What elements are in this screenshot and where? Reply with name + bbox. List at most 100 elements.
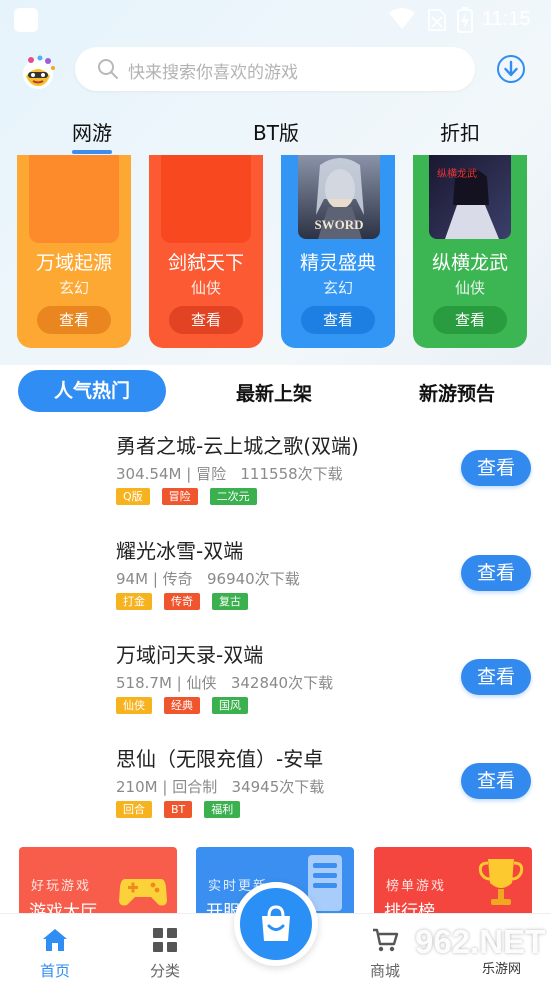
- featured-card[interactable]: SWORD 精灵盛典 玄幻 查看: [281, 155, 395, 348]
- game-genre: 冒险: [196, 465, 227, 483]
- tab-bt-version[interactable]: BT版: [253, 117, 299, 146]
- featured-game-genre: 仙侠: [454, 279, 485, 297]
- search-icon: [98, 59, 118, 79]
- no-sim-icon: [428, 9, 446, 31]
- tag: 传奇: [164, 593, 200, 610]
- wifi-icon: [389, 8, 415, 29]
- view-button[interactable]: 查看: [433, 306, 507, 334]
- game-size: 304.54M: [116, 465, 182, 483]
- game-downloads: 34945次下载: [231, 778, 325, 796]
- banner-ranking[interactable]: 榜单游戏 排行榜: [374, 847, 532, 915]
- featured-game-genre: 玄幻: [58, 279, 89, 297]
- list-item[interactable]: 万域问天录-双端 518.7M | 仙侠 342840次下载 仙侠 经典 国风 …: [0, 639, 551, 743]
- nav-store[interactable]: 商城: [345, 914, 425, 981]
- view-button[interactable]: 查看: [37, 306, 111, 334]
- game-downloads: 96940次下载: [206, 570, 300, 588]
- view-button[interactable]: 查看: [461, 450, 531, 486]
- banner-game-hall[interactable]: 好玩游戏 游戏大厅: [19, 847, 177, 915]
- tag: 复古: [212, 593, 248, 610]
- tag: 福利: [204, 801, 241, 818]
- meta-separator: |: [162, 778, 168, 796]
- game-meta: 210M | 回合制 34945次下载: [116, 776, 324, 797]
- download-icon[interactable]: [496, 54, 526, 84]
- status-time: 11:15: [482, 8, 531, 30]
- home-icon: [43, 929, 67, 951]
- view-button[interactable]: 查看: [169, 306, 243, 334]
- featured-card[interactable]: 纵横龙武 纵横龙武 仙侠 查看: [413, 155, 527, 348]
- nav-category[interactable]: 分类: [125, 914, 205, 981]
- tab-online-games[interactable]: 网游: [72, 117, 112, 146]
- game-downloads: 111558次下载: [240, 465, 343, 483]
- app-logo-icon[interactable]: [18, 52, 58, 90]
- featured-game-genre: 玄幻: [322, 279, 353, 297]
- featured-game-name: 万域起源: [35, 252, 112, 274]
- tab-new-releases[interactable]: 最新上架: [236, 379, 312, 406]
- section-tabs: 人气热门 最新上架 新游预告: [0, 365, 551, 417]
- gamepad-icon: [119, 879, 167, 906]
- tag: BT: [164, 801, 193, 818]
- view-button[interactable]: 查看: [461, 763, 531, 799]
- game-title: 思仙（无限充值）-安卓: [116, 747, 324, 771]
- view-button[interactable]: 查看: [461, 659, 531, 695]
- view-button[interactable]: 查看: [461, 555, 531, 591]
- featured-game-name: 纵横龙武: [431, 252, 508, 274]
- tab-popular[interactable]: 人气热门: [18, 370, 166, 412]
- game-thumbnail: SWORD: [298, 155, 380, 239]
- search-bar[interactable]: 快来搜索你喜欢的游戏: [75, 47, 475, 91]
- view-button[interactable]: 查看: [301, 306, 375, 334]
- game-thumbnail: 纵横龙武: [429, 155, 511, 239]
- tag-list: 打金 传奇 复古: [116, 593, 248, 610]
- tag: 冒险: [161, 488, 198, 505]
- meta-separator: |: [152, 570, 158, 588]
- status-bar: 11:15: [0, 0, 551, 40]
- game-thumbnail: [29, 155, 119, 243]
- game-title: 万域问天录-双端: [116, 643, 264, 667]
- notification-app-icon: [14, 8, 38, 32]
- game-genre: 传奇: [162, 570, 193, 588]
- nav-label: 分类: [149, 962, 180, 980]
- grid-icon: [153, 928, 177, 952]
- game-art-title: SWORD: [314, 217, 363, 232]
- nav-label: 首页: [39, 962, 70, 980]
- featured-card[interactable]: 剑弑天下 仙侠 查看: [149, 155, 263, 348]
- battery-charging-icon: [457, 7, 473, 33]
- featured-card[interactable]: 万域起源 玄幻 查看: [17, 155, 131, 348]
- featured-game-name: 剑弑天下: [167, 252, 244, 274]
- tag-list: Q版 冒险 二次元: [116, 488, 257, 505]
- tag: 二次元: [209, 488, 257, 505]
- banner-subtitle: 好玩游戏: [31, 879, 92, 894]
- shopping-cart-icon: [373, 928, 399, 952]
- tag: 经典: [164, 697, 200, 714]
- watermark-logo: 962.NET: [415, 923, 546, 960]
- shopping-bag-icon: [262, 905, 290, 941]
- list-item[interactable]: 耀光冰雪-双端 94M | 传奇 96940次下载 打金 传奇 复古 查看: [0, 535, 551, 639]
- nav-home[interactable]: 首页: [15, 914, 95, 981]
- trophy-icon: [478, 859, 524, 905]
- tab-upcoming[interactable]: 新游预告: [419, 379, 495, 406]
- game-genre: 回合制: [172, 778, 218, 796]
- nav-label: 商城: [369, 962, 400, 980]
- game-title: 耀光冰雪-双端: [116, 539, 244, 563]
- list-item[interactable]: 思仙（无限充值）-安卓 210M | 回合制 34945次下载 回合 BT 福利…: [0, 743, 551, 847]
- featured-game-name: 精灵盛典: [299, 252, 376, 274]
- tag: 回合: [116, 801, 152, 818]
- watermark-subtitle: 乐游网: [482, 962, 522, 977]
- meta-separator: |: [186, 465, 192, 483]
- tab-discount[interactable]: 折扣: [440, 117, 480, 146]
- tag: 仙侠: [116, 697, 152, 714]
- banner-subtitle: 榜单游戏: [386, 879, 447, 894]
- game-size: 210M: [116, 778, 158, 796]
- center-shop-button[interactable]: [234, 882, 318, 966]
- game-title: 勇者之城-云上城之歌(双端): [116, 434, 359, 458]
- list-item[interactable]: 勇者之城-云上城之歌(双端) 304.54M | 冒险 111558次下载 Q版…: [0, 430, 551, 534]
- game-size: 518.7M: [116, 674, 172, 692]
- game-size: 94M: [116, 570, 149, 588]
- tag: 国风: [212, 697, 248, 714]
- featured-game-genre: 仙侠: [190, 279, 221, 297]
- game-genre: 仙侠: [186, 674, 217, 692]
- tag: 打金: [116, 593, 152, 610]
- tag: Q版: [116, 488, 150, 505]
- search-placeholder: 快来搜索你喜欢的游戏: [128, 63, 298, 83]
- tag-list: 回合 BT 福利: [116, 801, 241, 818]
- game-meta: 518.7M | 仙侠 342840次下载: [116, 672, 333, 693]
